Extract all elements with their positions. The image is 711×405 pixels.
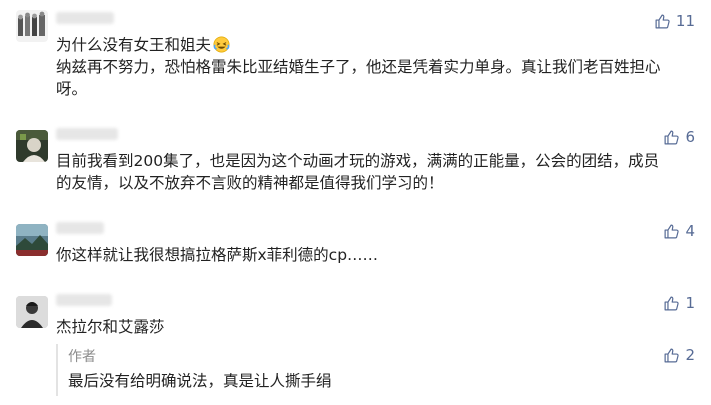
comment-text-line1: 为什么没有女王和姐夫 — [56, 34, 666, 56]
landscape-avatar-icon — [16, 224, 48, 256]
laughing-tears-emoji-icon — [213, 36, 230, 53]
reply-like-button[interactable]: 2 — [663, 346, 695, 364]
like-button[interactable]: 6 — [663, 128, 695, 146]
like-count: 11 — [675, 12, 695, 30]
comment-text: 为什么没有女王和姐夫 — [56, 36, 212, 54]
avatar[interactable] — [16, 10, 48, 42]
author-reply: 作者 最后没有给明确说法，真是让人撕手绢 — [56, 344, 698, 396]
thumbs-up-icon — [664, 296, 680, 310]
like-count: 4 — [685, 222, 695, 240]
thumbs-up-icon — [664, 348, 680, 362]
like-count: 1 — [685, 294, 695, 312]
thumbs-up-icon — [655, 14, 670, 28]
username-blurred — [56, 294, 112, 306]
like-button[interactable]: 4 — [663, 222, 695, 240]
character-avatar-icon — [16, 296, 48, 328]
like-count: 6 — [685, 128, 695, 146]
like-count: 2 — [685, 346, 695, 364]
avatar[interactable] — [16, 130, 48, 162]
avatar[interactable] — [16, 296, 48, 328]
thumbs-up-icon — [664, 130, 680, 144]
comment-text-paragraph: 纳兹再不努力，恐怕格雷朱比亚结婚生子了，他还是凭着实力单身。真让我们老百姓担心呀… — [56, 58, 661, 98]
thumbs-up-icon — [664, 224, 680, 238]
comment-text: 目前我看到200集了，也是因为这个动画才玩的游戏，满满的正能量，公会的团结，成员… — [56, 152, 660, 192]
reply-author-label: 作者 — [68, 349, 96, 365]
like-button[interactable]: 1 — [663, 294, 695, 312]
like-button[interactable]: 11 — [654, 12, 695, 30]
username-blurred — [56, 128, 118, 140]
comment-text: 你这样就让我很想搞拉格萨斯x菲利德的cp…… — [56, 246, 379, 264]
username-blurred — [56, 12, 114, 24]
group-photo-avatar-icon — [16, 10, 48, 42]
avatar[interactable] — [16, 224, 48, 256]
reply-text: 最后没有给明确说法，真是让人撕手绢 — [68, 372, 332, 390]
portrait-avatar-icon — [16, 130, 48, 162]
username-blurred — [56, 222, 104, 234]
comment-text: 杰拉尔和艾露莎 — [56, 318, 165, 336]
